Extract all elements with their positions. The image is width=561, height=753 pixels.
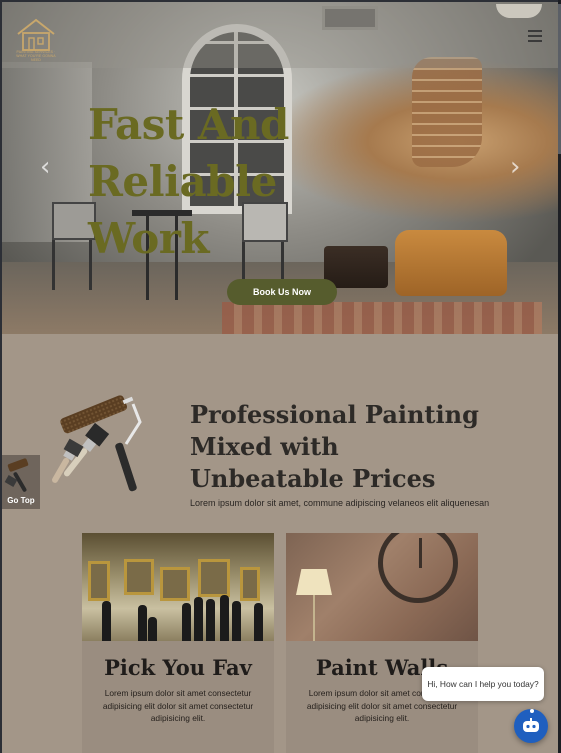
go-top-button[interactable]: Go Top bbox=[2, 455, 40, 509]
hero-bg-chair bbox=[52, 202, 96, 290]
card-text: Lorem ipsum dolor sit amet consectetur a… bbox=[102, 688, 254, 723]
card-title: Pick You Fav bbox=[104, 655, 252, 680]
section-title: Professional Painting Mixed with Unbeata… bbox=[190, 400, 479, 493]
wall-clock-image bbox=[286, 533, 478, 641]
chevron-right-icon[interactable]: › bbox=[510, 154, 520, 180]
brand-logo-text: PAINTING SERVICES · WHAT YOU'RE GONNA NE… bbox=[16, 50, 56, 62]
chatbot-icon[interactable] bbox=[514, 709, 548, 743]
hero-title: Fast And Reliable Work bbox=[88, 100, 289, 263]
paint-brushes-illustration bbox=[40, 382, 170, 502]
page: PAINTING SERVICES · WHAT YOU'RE GONNA NE… bbox=[2, 2, 558, 753]
go-top-label: Go Top bbox=[7, 496, 35, 505]
chat-greeting-bubble[interactable]: Hi, How can I help you today? bbox=[422, 667, 544, 701]
chat-notification-dot bbox=[530, 709, 534, 713]
paint-brush-icon bbox=[4, 458, 29, 492]
hero-bg-brick bbox=[412, 57, 482, 167]
chevron-left-icon[interactable]: ‹ bbox=[40, 154, 50, 180]
section-subtitle: Lorem ipsum dolor sit amet, commune adip… bbox=[190, 498, 490, 508]
hero-bg-rug bbox=[222, 302, 542, 334]
museum-gallery-image bbox=[82, 533, 274, 641]
hamburger-icon[interactable] bbox=[528, 30, 542, 42]
service-card[interactable]: Paint Walls Lorem ipsum dolor sit amet c… bbox=[286, 533, 478, 753]
hero-bg-suitcase bbox=[324, 246, 388, 288]
house-icon bbox=[17, 18, 55, 51]
service-card[interactable]: Pick You Fav Lorem ipsum dolor sit amet … bbox=[82, 533, 274, 753]
hero-slider: PAINTING SERVICES · WHAT YOU'RE GONNA NE… bbox=[2, 2, 558, 334]
top-navbar: PAINTING SERVICES · WHAT YOU'RE GONNA NE… bbox=[2, 2, 558, 68]
book-us-now-button[interactable]: Book Us Now bbox=[227, 279, 337, 305]
hero-bg-sofa bbox=[395, 230, 507, 296]
